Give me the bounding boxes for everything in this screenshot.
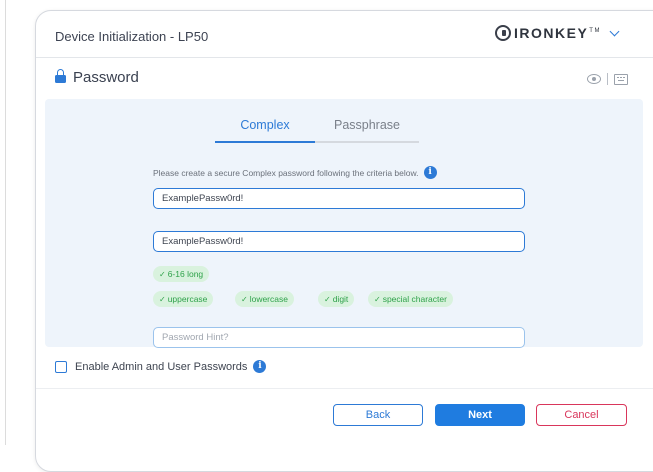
virtual-keyboard-icon[interactable] <box>614 73 628 85</box>
check-icon: ✓ <box>159 295 166 304</box>
enable-admin-checkbox[interactable] <box>55 360 67 373</box>
brand-menu[interactable]: IRONKEYTM <box>495 25 620 41</box>
password-mode-tabs: Complex Passphrase <box>215 117 419 143</box>
admin-option-row: Enable Admin and User Passwords i <box>55 360 267 373</box>
frame-border <box>5 0 6 445</box>
tab-passphrase[interactable]: Passphrase <box>315 117 419 143</box>
criteria-badge-special: ✓ special character <box>368 291 453 307</box>
instruction-row: Please create a secure Complex password … <box>153 166 437 179</box>
dialog-window: Device Initialization - LP50 IRONKEYTM P… <box>35 10 653 472</box>
confirm-password-input[interactable] <box>153 231 525 252</box>
section-header: Password <box>55 69 139 86</box>
next-button[interactable]: Next <box>435 404 525 426</box>
instruction-text: Please create a secure Complex password … <box>153 167 419 178</box>
check-icon: ✓ <box>159 270 166 279</box>
admin-info-icon[interactable]: i <box>253 360 267 373</box>
password-hint-input[interactable] <box>153 327 525 348</box>
show-password-icon[interactable] <box>587 74 601 84</box>
criteria-badge-digit: ✓ digit <box>318 291 355 307</box>
check-icon: ✓ <box>374 295 381 304</box>
lock-icon <box>55 69 66 83</box>
check-icon: ✓ <box>241 295 248 304</box>
tab-complex[interactable]: Complex <box>215 117 315 143</box>
trademark: TM <box>589 28 601 35</box>
criteria-badge-lowercase: ✓ lowercase <box>235 291 294 307</box>
section-title: Password <box>73 69 139 86</box>
chevron-down-icon[interactable] <box>609 26 620 36</box>
app-title: Device Initialization - LP50 <box>55 29 209 44</box>
criteria-badge-length: ✓ 6-16 long <box>153 266 210 282</box>
enable-admin-label[interactable]: Enable Admin and User Passwords <box>75 361 247 373</box>
back-button[interactable]: Back <box>333 404 423 426</box>
password-panel: Complex Passphrase Please create a secur… <box>45 99 643 348</box>
toolbar <box>587 73 628 85</box>
brand-name: IRONKEYTM <box>514 25 601 41</box>
criteria-badge-uppercase: ✓ uppercase <box>153 291 214 307</box>
check-icon: ✓ <box>324 295 331 304</box>
ironkey-logo-icon <box>495 25 511 41</box>
criteria-info-icon[interactable]: i <box>423 166 437 179</box>
cancel-button[interactable]: Cancel <box>536 404 627 426</box>
toolbar-divider <box>607 73 608 85</box>
password-input[interactable] <box>153 188 525 209</box>
dialog-header: Device Initialization - LP50 IRONKEYTM <box>36 11 653 58</box>
footer-divider <box>36 388 653 389</box>
